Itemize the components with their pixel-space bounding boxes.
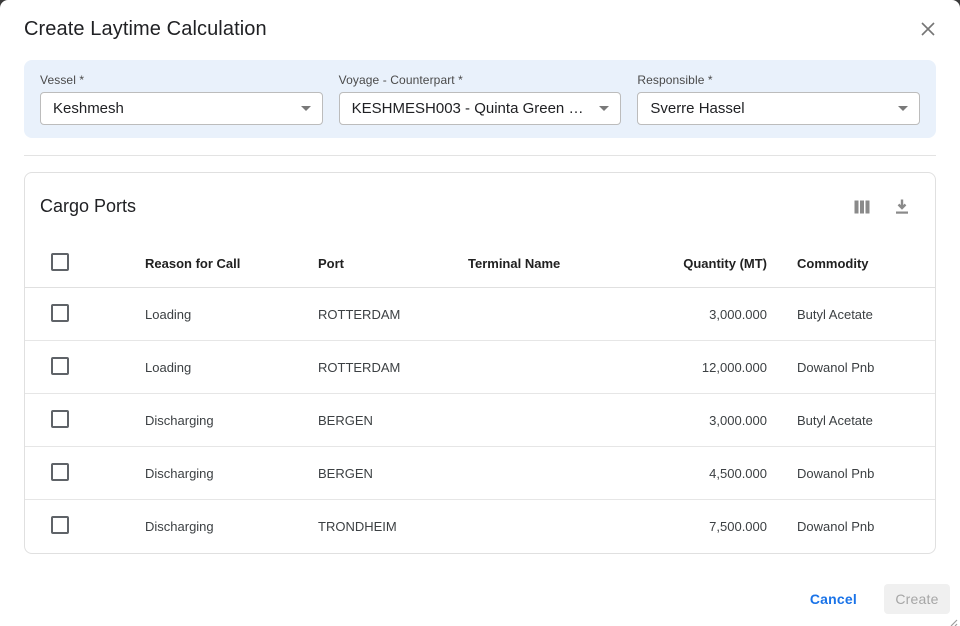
cell-reason: Discharging xyxy=(145,519,318,534)
voyage-counterpart-select[interactable]: KESHMESH003 - Quinta Green Shippi... xyxy=(339,92,622,125)
column-header-commodity: Commodity xyxy=(791,256,935,271)
cell-quantity: 3,000.000 xyxy=(640,413,791,428)
table-row: Loading ROTTERDAM 3,000.000 Butyl Acetat… xyxy=(25,288,935,341)
row-checkbox[interactable] xyxy=(51,410,69,428)
cell-commodity: Butyl Acetate xyxy=(791,307,935,322)
section-divider xyxy=(24,155,936,156)
close-icon[interactable] xyxy=(916,17,940,41)
row-checkbox[interactable] xyxy=(51,516,69,534)
chevron-down-icon xyxy=(898,106,908,111)
table-row: Discharging TRONDHEIM 7,500.000 Dowanol … xyxy=(25,500,935,553)
chevron-down-icon xyxy=(599,106,609,111)
row-checkbox[interactable] xyxy=(51,357,69,375)
select-all-checkbox[interactable] xyxy=(51,253,69,271)
cargo-ports-card: Cargo Ports xyxy=(24,172,936,554)
cell-quantity: 3,000.000 xyxy=(640,307,791,322)
chevron-down-icon xyxy=(301,106,311,111)
cell-commodity: Butyl Acetate xyxy=(791,413,935,428)
cell-commodity: Dowanol Pnb xyxy=(791,360,935,375)
cell-port: ROTTERDAM xyxy=(318,307,468,322)
table-header-row: Reason for Call Port Terminal Name Quant… xyxy=(25,240,935,288)
vessel-select[interactable]: Keshmesh xyxy=(40,92,323,125)
responsible-label: Responsible * xyxy=(637,73,920,87)
resize-handle-icon[interactable] xyxy=(948,614,958,624)
table-row: Discharging BERGEN 4,500.000 Dowanol Pnb xyxy=(25,447,935,500)
cell-port: BERGEN xyxy=(318,466,468,481)
cargo-ports-title: Cargo Ports xyxy=(40,196,136,217)
vessel-select-value: Keshmesh xyxy=(53,100,124,117)
cell-commodity: Dowanol Pnb xyxy=(791,466,935,481)
voyage-counterpart-label: Voyage - Counterpart * xyxy=(339,73,622,87)
dialog-header: Create Laytime Calculation xyxy=(0,0,960,58)
cell-quantity: 7,500.000 xyxy=(640,519,791,534)
column-header-quantity: Quantity (MT) xyxy=(640,256,791,271)
cell-reason: Loading xyxy=(145,360,318,375)
cell-quantity: 4,500.000 xyxy=(640,466,791,481)
voyage-counterpart-select-value: KESHMESH003 - Quinta Green Shippi... xyxy=(352,100,592,117)
columns-icon[interactable] xyxy=(853,198,871,216)
vessel-label: Vessel * xyxy=(40,73,323,87)
cell-port: ROTTERDAM xyxy=(318,360,468,375)
table-row: Loading ROTTERDAM 12,000.000 Dowanol Pnb xyxy=(25,341,935,394)
cell-quantity: 12,000.000 xyxy=(640,360,791,375)
download-icon[interactable] xyxy=(893,198,911,216)
cell-port: TRONDHEIM xyxy=(318,519,468,534)
cell-port: BERGEN xyxy=(318,413,468,428)
dialog-footer: Cancel Create xyxy=(0,584,950,614)
cancel-button[interactable]: Cancel xyxy=(806,584,861,614)
column-header-port: Port xyxy=(318,256,468,271)
row-checkbox[interactable] xyxy=(51,463,69,481)
column-header-reason: Reason for Call xyxy=(145,256,318,271)
cell-reason: Loading xyxy=(145,307,318,322)
cargo-ports-actions xyxy=(853,198,911,216)
cargo-ports-header: Cargo Ports xyxy=(25,173,935,240)
row-checkbox[interactable] xyxy=(51,304,69,322)
vessel-field: Vessel * Keshmesh xyxy=(40,73,323,125)
cell-commodity: Dowanol Pnb xyxy=(791,519,935,534)
cell-reason: Discharging xyxy=(145,466,318,481)
create-button[interactable]: Create xyxy=(884,584,950,614)
table-row: Discharging BERGEN 3,000.000 Butyl Aceta… xyxy=(25,394,935,447)
responsible-field: Responsible * Sverre Hassel xyxy=(637,73,920,125)
responsible-select-value: Sverre Hassel xyxy=(650,100,744,117)
voyage-form-panel: Vessel * Keshmesh Voyage - Counterpart *… xyxy=(24,60,936,138)
cell-reason: Discharging xyxy=(145,413,318,428)
responsible-select[interactable]: Sverre Hassel xyxy=(637,92,920,125)
dialog-title: Create Laytime Calculation xyxy=(24,18,267,41)
column-header-terminal: Terminal Name xyxy=(468,256,640,271)
create-laytime-dialog: Create Laytime Calculation Vessel * Kesh… xyxy=(0,0,960,626)
voyage-counterpart-field: Voyage - Counterpart * KESHMESH003 - Qui… xyxy=(339,73,622,125)
